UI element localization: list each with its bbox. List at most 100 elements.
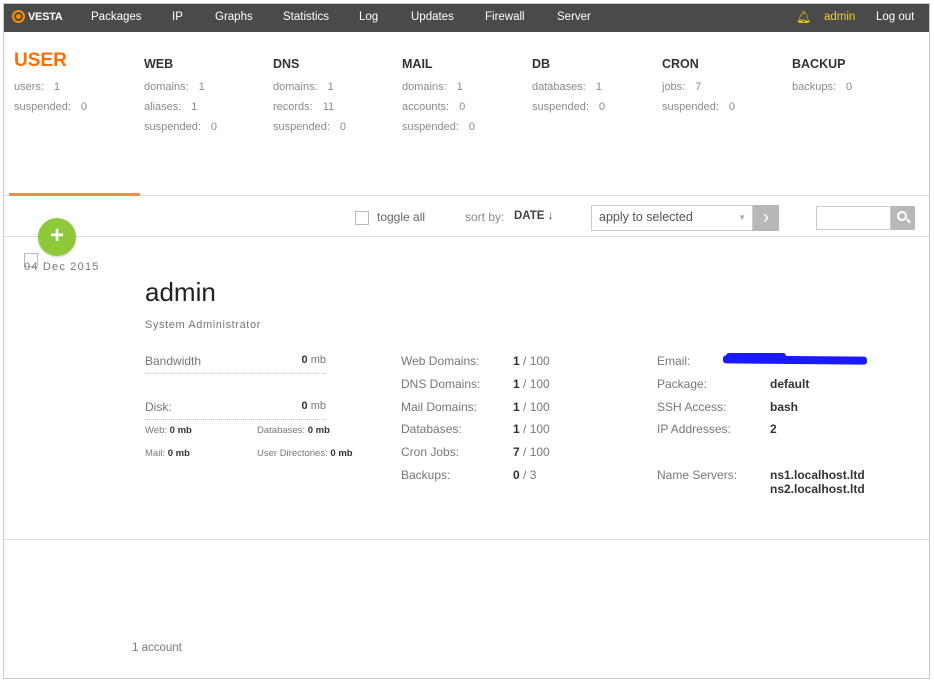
count-limit: / 100 [523,400,550,414]
stat-label: domains: [273,81,318,93]
disk-stat: Disk: 0 mb [145,400,326,420]
nav-server[interactable]: Server [557,11,591,23]
count-value: 7 / 100 [513,445,550,459]
stats-web-title[interactable]: WEB [144,57,217,77]
app-frame: VESTA Packages IP Graphs Statistics Log … [3,3,930,679]
toggle-all-checkbox[interactable] [355,211,369,225]
nav-log[interactable]: Log [359,11,378,23]
nav-firewall[interactable]: Firewall [485,11,525,23]
stat-label: records: [273,101,313,113]
nav-statistics[interactable]: Statistics [283,11,329,23]
stat-value: 11 [322,101,335,113]
count-limit: / 100 [523,445,550,459]
stat-row: suspended: 0 [14,97,87,117]
disk-unit: mb [310,400,326,412]
search-input[interactable] [816,206,891,230]
stat-value: 0 [339,121,347,133]
count-value: 1 / 100 [513,377,550,391]
stat-row: suspended: 0 [144,117,217,137]
vesta-logo[interactable]: VESTA [12,10,63,23]
nav-username[interactable]: admin [824,11,855,23]
user-full-name: System Administrator [145,319,261,331]
sort-by-label: sort by: [465,210,505,224]
nav-packages[interactable]: Packages [91,11,142,23]
stat-value: 0 [846,81,853,93]
stats-dns-title[interactable]: DNS [273,57,346,77]
ssh-access-value: bash [770,400,799,414]
stats-user[interactable]: USER users: 1 suspended: 0 [14,50,87,117]
stat-value: 1 [456,81,463,93]
active-tab-underline [9,193,140,196]
stat-label: suspended: [532,101,589,113]
bell-icon[interactable]: 🔔︎ [796,10,811,24]
apply-button[interactable]: › [753,205,779,231]
bulk-action-select[interactable]: apply to selected ▼ [591,205,753,231]
search-icon-handle [906,218,911,224]
package-value: default [770,377,810,391]
user-name[interactable]: admin [145,277,216,308]
stat-label: users: [14,81,44,93]
stat-row: suspended: 0 [273,117,346,137]
stat-row: jobs: 7 [662,77,735,97]
nav-ip[interactable]: IP [172,11,183,23]
count-limit: / 100 [523,422,550,436]
top-navigation-bar: VESTA Packages IP Graphs Statistics Log … [4,4,929,32]
email-redaction [722,355,868,365]
stats-mail[interactable]: MAIL domains: 1 accounts: 0 suspended: 0 [402,57,475,137]
stat-row: suspended: 0 [662,97,735,117]
nav-graphs[interactable]: Graphs [215,11,253,23]
sort-by-dropdown[interactable]: DATE ↓ [514,210,553,222]
logout-link[interactable]: Log out [876,11,914,23]
stat-label: jobs: [662,81,686,93]
stats-cron[interactable]: CRON jobs: 7 suspended: 0 [662,57,735,117]
stat-value: 1 [191,101,198,113]
disk-databases: Databases: 0 mb [257,425,330,436]
disk-web-label: Web: [145,425,168,436]
stat-label: aliases: [144,101,182,113]
name-server-1: ns1.localhost.ltd [770,468,865,482]
stat-value: 7 [695,81,702,93]
stats-backup[interactable]: BACKUP backups: 0 [792,57,853,97]
chevron-right-icon: › [763,207,769,227]
count-limit: / 100 [523,377,550,391]
add-user-button[interactable]: + [38,218,76,256]
stats-dns[interactable]: DNS domains: 1 records: 11 suspended: 0 [273,57,346,137]
email-label: Email: [657,354,691,368]
nav-updates[interactable]: Updates [411,11,454,23]
list-toolbar: toggle all sort by: DATE ↓ apply to sele… [4,197,929,237]
stats-header: USER users: 1 suspended: 0 WEB domains: 1 a… [4,32,929,196]
stat-row: records: 11 [273,97,346,117]
package-label: Package: [657,377,708,391]
stats-db[interactable]: DB databases: 1 suspended: 0 [532,57,605,117]
stats-web[interactable]: WEB domains: 1 aliases: 1 suspended: 0 [144,57,217,137]
stats-backup-title[interactable]: BACKUP [792,57,852,77]
stat-row: domains: 1 [273,77,346,97]
stat-row: accounts: 0 [402,97,475,117]
disk-databases-value: 0 mb [307,425,330,436]
stat-row: domains: 1 [144,77,217,97]
disk-web-value: 0 mb [169,425,192,436]
stats-cron-title[interactable]: CRON [662,57,735,77]
stat-value: 0 [80,101,88,113]
stats-db-title[interactable]: DB [532,57,605,77]
disk-user-dirs: User Directories: 0 mb [257,448,353,459]
count-value: 0 / 3 [513,468,536,482]
count-used: 1 [513,422,520,436]
disk-user-dirs-label: User Directories: [257,448,328,459]
stat-label: suspended: [144,121,201,133]
stat-label: databases: [532,81,586,93]
count-limit: / 3 [523,468,537,482]
stat-label: suspended: [402,121,459,133]
stats-user-title[interactable]: USER [14,50,87,77]
toggle-all-label[interactable]: toggle all [377,210,425,224]
stat-value: 0 [459,101,466,113]
count-used: 1 [513,377,520,391]
stat-value: 0 [728,101,736,113]
caret-down-icon: ▼ [738,213,746,222]
stat-label: backups: [792,81,837,93]
vesta-logo-icon [12,10,25,23]
search-button[interactable] [891,206,915,230]
disk-mail-value: 0 mb [167,448,190,459]
stats-mail-title[interactable]: MAIL [402,57,475,77]
stat-label: suspended: [14,101,71,113]
